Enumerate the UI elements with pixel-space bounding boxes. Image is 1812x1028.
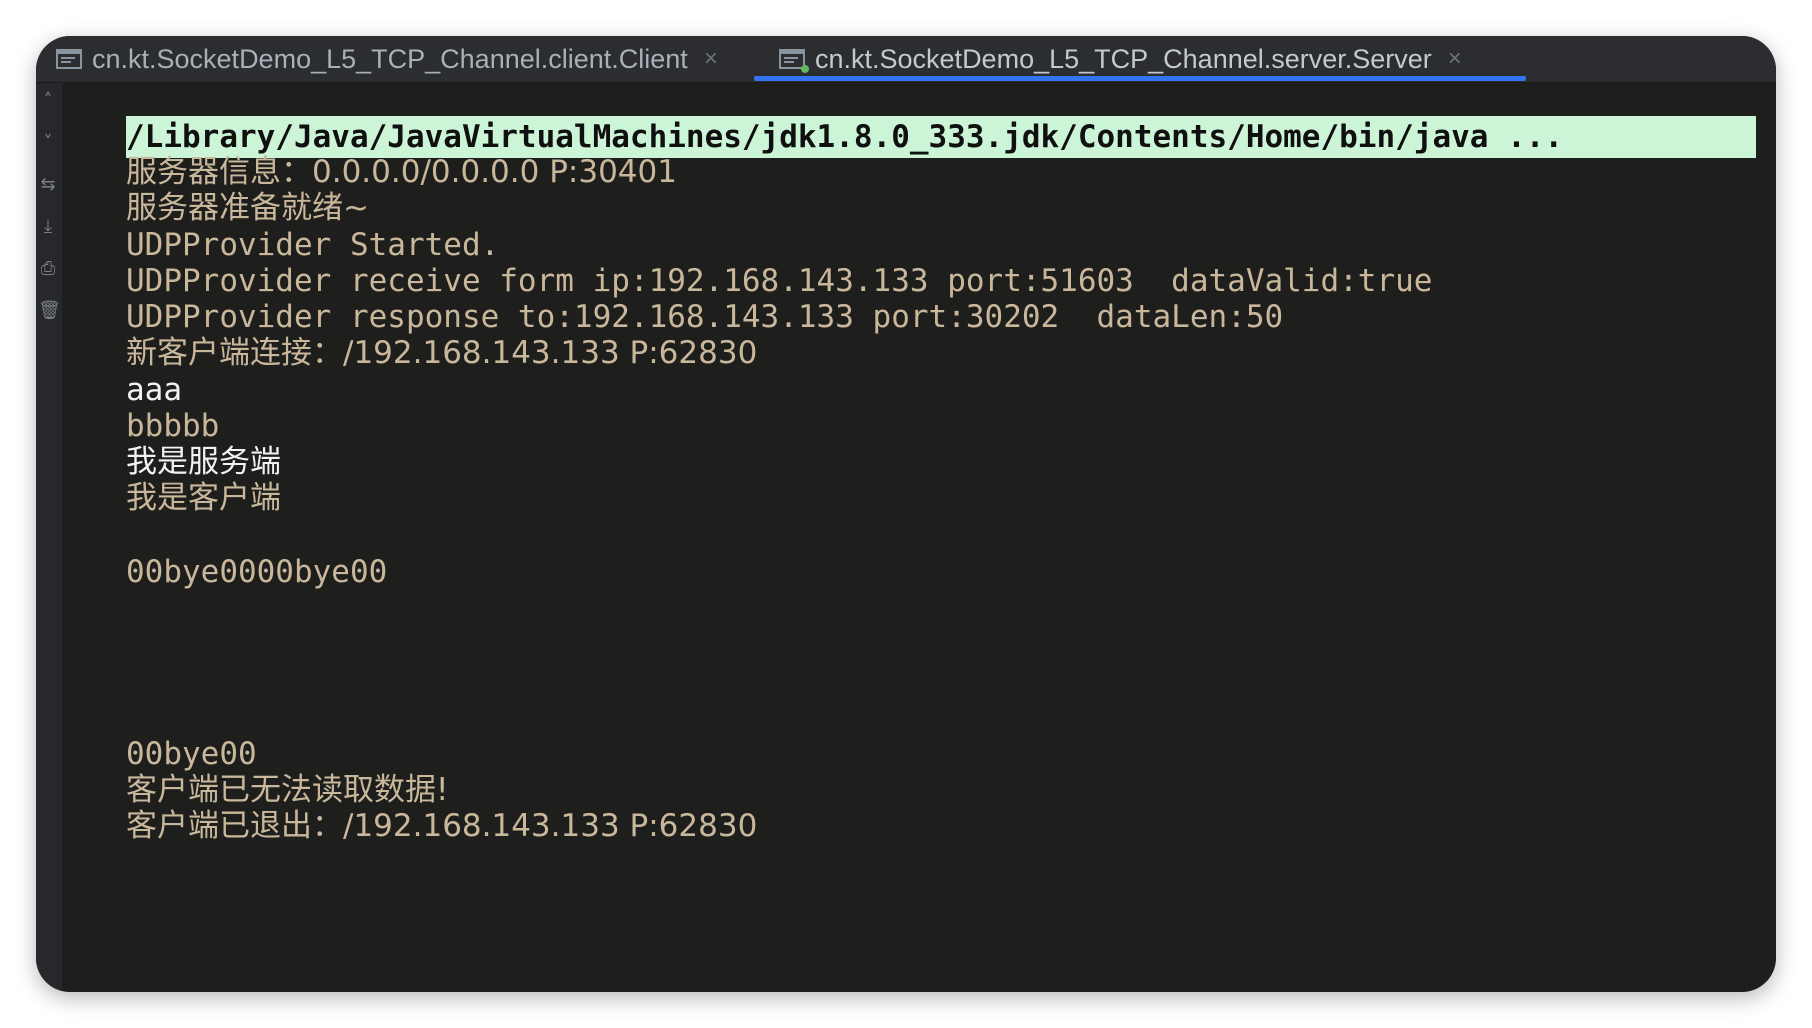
print-icon[interactable]: ⎙ — [38, 259, 58, 279]
run-tab-bar: cn.kt.SocketDemo_L5_TCP_Channel.client.C… — [36, 36, 1776, 83]
trash-icon[interactable]: 🗑 — [38, 301, 61, 321]
close-icon[interactable]: × — [1448, 45, 1462, 73]
console-icon — [56, 48, 82, 70]
console-line: 我是客户端 — [126, 480, 281, 516]
close-icon[interactable]: × — [704, 45, 718, 73]
console-input-line: aaa — [126, 372, 182, 408]
console-line: 服务器信息：0.0.0.0/0.0.0.0 P:30401 — [126, 154, 677, 190]
console-line: bbbbb — [126, 408, 220, 444]
tab-client-label: cn.kt.SocketDemo_L5_TCP_Channel.client.C… — [92, 43, 688, 74]
tab-client[interactable]: cn.kt.SocketDemo_L5_TCP_Channel.client.C… — [56, 36, 718, 82]
console-line: 00bye00 — [126, 736, 257, 772]
console-line: 服务器准备就绪~ — [126, 190, 369, 226]
active-tab-indicator — [754, 76, 1526, 81]
soft-wrap-icon[interactable]: ⇆ — [38, 175, 58, 195]
tab-server-label: cn.kt.SocketDemo_L5_TCP_Channel.server.S… — [815, 43, 1432, 74]
console-line: 客户端已无法读取数据! — [126, 772, 449, 808]
up-arrow-icon[interactable]: ˄ — [38, 91, 58, 111]
scroll-to-end-icon[interactable]: ⤓ — [38, 217, 58, 237]
run-console-window: cn.kt.SocketDemo_L5_TCP_Channel.client.C… — [36, 36, 1776, 992]
running-indicator-icon — [801, 65, 809, 73]
console-line: 新客户端连接：/192.168.143.133 P:62830 — [126, 335, 758, 371]
console-line: UDPProvider receive form ip:192.168.143.… — [126, 263, 1433, 299]
console-input-line: 我是服务端 — [126, 444, 281, 480]
console-line: 00bye0000bye00 — [126, 554, 388, 590]
console-output[interactable]: /Library/Java/JavaVirtualMachines/jdk1.8… — [90, 82, 1756, 992]
console-line: UDPProvider Started. — [126, 227, 500, 263]
console-line: UDPProvider response to:192.168.143.133 … — [126, 299, 1284, 335]
console-toolbar: ˄ ˅ ⇆ ⤓ ⎙ 🗑 — [36, 83, 62, 992]
console-line: 客户端已退出：/192.168.143.133 P:62830 — [126, 808, 758, 844]
down-arrow-icon[interactable]: ˅ — [38, 133, 58, 153]
console-icon — [779, 48, 809, 73]
